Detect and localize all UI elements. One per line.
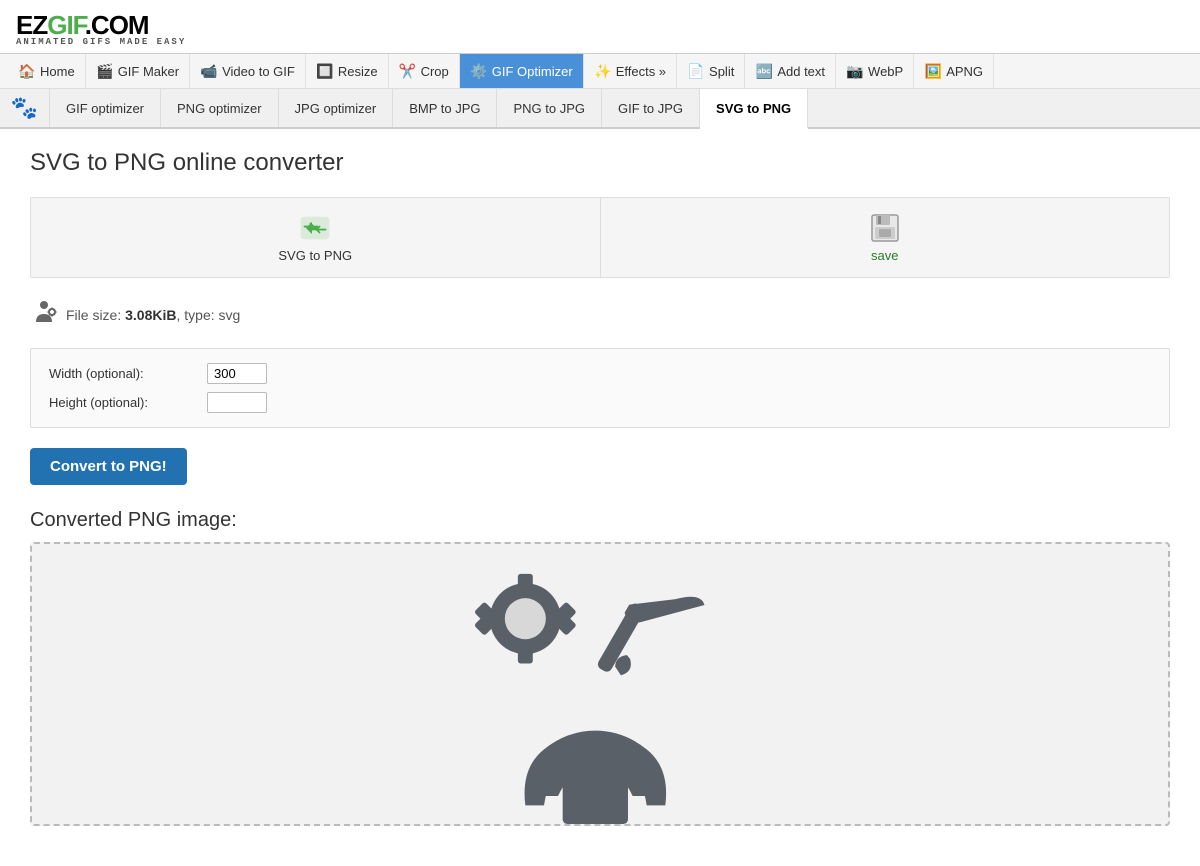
resize-icon: 🔲 <box>316 62 334 80</box>
upload-icon <box>299 212 331 244</box>
width-row: Width (optional): <box>49 363 1151 384</box>
subnav-jpg-optimizer[interactable]: JPG optimizer <box>279 89 394 127</box>
nav-video-to-gif[interactable]: 📹 Video to GIF <box>190 54 306 88</box>
nav-resize[interactable]: 🔲 Resize <box>306 54 389 88</box>
height-input[interactable] <box>207 392 267 413</box>
subnav-png-optimizer[interactable]: PNG optimizer <box>161 89 279 127</box>
nav-effects[interactable]: ✨ Effects » <box>584 54 677 88</box>
home-icon: 🏠 <box>18 62 36 80</box>
page-title: SVG to PNG online converter <box>30 149 1170 177</box>
nav-add-text[interactable]: 🔤 Add text <box>745 54 836 88</box>
crop-icon: ✂️ <box>399 62 417 80</box>
optimizer-icon: ⚙️ <box>470 62 488 80</box>
subnav-gif-optimizer[interactable]: GIF optimizer <box>50 89 161 127</box>
sub-nav: 🐾 GIF optimizer PNG optimizer JPG optimi… <box>0 89 1200 129</box>
options-box: Width (optional): Height (optional): <box>30 348 1170 428</box>
subnav-svg-to-png[interactable]: SVG to PNG <box>700 89 808 129</box>
nav-home[interactable]: 🏠 Home <box>8 54 86 88</box>
file-info-text: File size: 3.08KiB, type: svg <box>66 307 240 323</box>
subnav-png-to-jpg[interactable]: PNG to JPG <box>497 89 602 127</box>
main-content: SVG to PNG online converter <box>0 129 1200 866</box>
nav-gif-optimizer[interactable]: ⚙️ GIF Optimizer <box>460 54 584 88</box>
subnav-logo: 🐾 <box>0 89 50 127</box>
file-info-row: File size: 3.08KiB, type: svg <box>30 298 1170 332</box>
main-nav: 🏠 Home 🎬 GIF Maker 📹 Video to GIF 🔲 Resi… <box>0 54 1200 89</box>
upload-button[interactable]: SVG to PNG <box>31 198 601 277</box>
nav-crop[interactable]: ✂️ Crop <box>389 54 460 88</box>
file-type: svg <box>219 307 241 323</box>
nav-split[interactable]: 📄 Split <box>677 54 745 88</box>
text-icon: 🔤 <box>755 62 773 80</box>
nav-apng[interactable]: 🖼️ APNG <box>914 54 994 88</box>
height-row: Height (optional): <box>49 392 1151 413</box>
site-header: EZGIF.COM ANIMATED GIFS MADE EASY <box>0 0 1200 54</box>
file-size: 3.08KiB <box>125 307 176 323</box>
width-label: Width (optional): <box>49 366 199 381</box>
save-label: save <box>871 248 898 263</box>
subnav-gif-to-jpg[interactable]: GIF to JPG <box>602 89 700 127</box>
nav-gif-maker[interactable]: 🎬 GIF Maker <box>86 54 190 88</box>
logo-sub: ANIMATED GIFS MADE EASY <box>16 37 186 47</box>
height-label: Height (optional): <box>49 395 199 410</box>
result-image-container <box>30 542 1170 826</box>
webp-icon: 📷 <box>846 62 864 80</box>
file-icon <box>30 298 58 332</box>
nav-webp[interactable]: 📷 WebP <box>836 54 914 88</box>
subnav-bmp-to-jpg[interactable]: BMP to JPG <box>393 89 497 127</box>
split-icon: 📄 <box>687 62 705 80</box>
result-svg-image <box>450 544 750 824</box>
action-bar: SVG to PNG save <box>30 197 1170 278</box>
effects-icon: ✨ <box>594 62 612 80</box>
result-title: Converted PNG image: <box>30 509 1170 532</box>
save-icon <box>869 212 901 244</box>
video-icon: 📹 <box>200 62 218 80</box>
save-button[interactable]: save <box>601 198 1170 277</box>
upload-label: SVG to PNG <box>278 248 352 263</box>
width-input[interactable] <box>207 363 267 384</box>
site-logo[interactable]: EZGIF.COM ANIMATED GIFS MADE EASY <box>16 10 186 47</box>
apng-icon: 🖼️ <box>924 62 942 80</box>
gif-maker-icon: 🎬 <box>96 62 114 80</box>
convert-button[interactable]: Convert to PNG! <box>30 448 187 485</box>
